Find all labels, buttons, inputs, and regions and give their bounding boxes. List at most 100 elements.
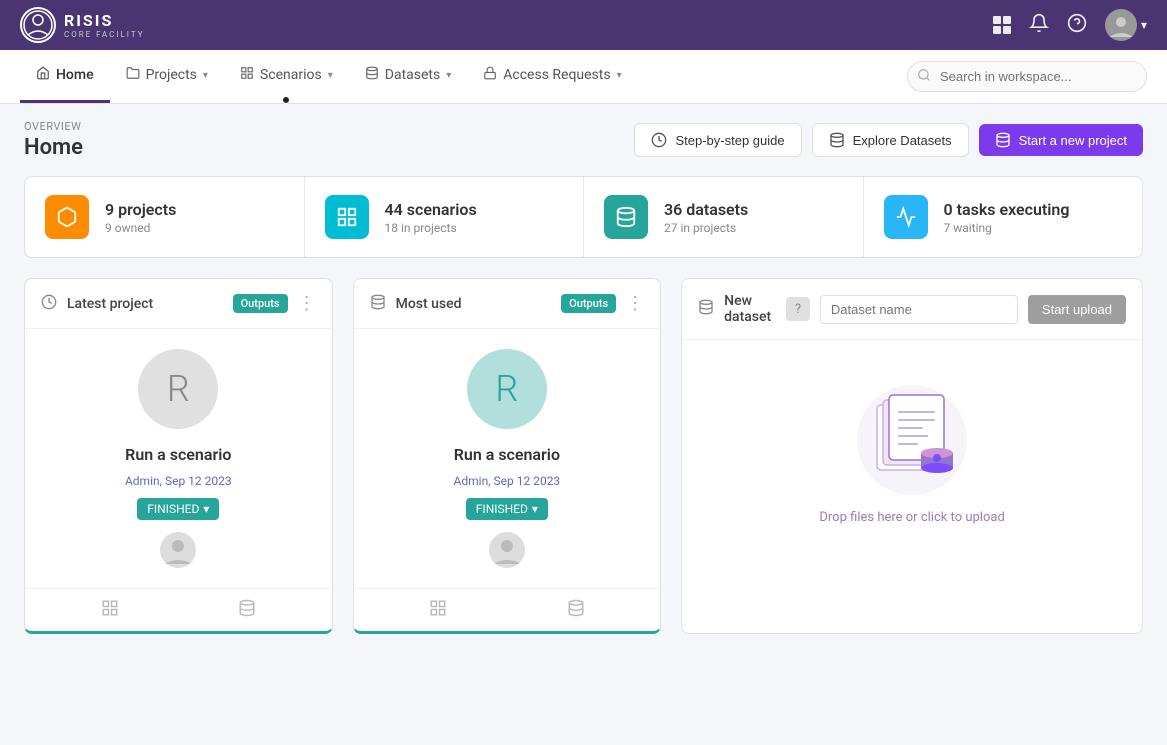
search-icon xyxy=(917,68,931,86)
scenarios-stat-icon xyxy=(325,195,369,239)
new-dataset-title: New dataset xyxy=(724,293,776,325)
projects-icon xyxy=(126,66,140,84)
new-project-label: Start a new project xyxy=(1019,133,1127,148)
step-guide-button[interactable]: Step-by-step guide xyxy=(634,123,801,157)
dataset-drop-area[interactable]: Drop files here or click to upload xyxy=(682,340,1142,565)
explore-datasets-label: Explore Datasets xyxy=(853,133,952,148)
latest-project-user-avatar xyxy=(160,532,196,568)
datasets-stat-num: 36 datasets xyxy=(664,200,748,219)
notifications-icon[interactable] xyxy=(1029,13,1049,38)
drop-illustration xyxy=(847,370,977,500)
top-actions: Step-by-step guide Explore Datasets Star… xyxy=(634,123,1143,157)
page-header-row: OVERVIEW Home Step-by-step guide Explore… xyxy=(24,120,1143,160)
nav-access-requests[interactable]: Access Requests ▾ xyxy=(467,50,637,103)
help-icon[interactable] xyxy=(1067,13,1087,38)
datasets-stat-icon xyxy=(604,195,648,239)
most-used-avatar: R xyxy=(467,349,547,429)
most-used-scenario-icon[interactable] xyxy=(429,599,447,621)
start-upload-button[interactable]: Start upload xyxy=(1028,295,1126,324)
clock-icon xyxy=(41,294,57,314)
scenarios-stat-num: 44 scenarios xyxy=(385,200,477,219)
projects-stat-icon xyxy=(45,195,89,239)
latest-project-scenario-icon[interactable] xyxy=(101,599,119,621)
tasks-stat-info: 0 tasks executing 7 waiting xyxy=(944,200,1070,235)
nav-home-label: Home xyxy=(56,67,94,83)
user-menu[interactable]: ▾ xyxy=(1105,9,1147,41)
explore-datasets-button[interactable]: Explore Datasets xyxy=(812,123,969,157)
stat-scenarios[interactable]: 44 scenarios 18 in projects xyxy=(305,177,585,257)
most-used-dataset-icon[interactable] xyxy=(567,599,585,621)
projects-stat-info: 9 projects 9 owned xyxy=(105,200,176,235)
nav-datasets[interactable]: Datasets ▾ xyxy=(349,50,467,103)
projects-stat-sub: 9 owned xyxy=(105,221,176,235)
new-project-button[interactable]: Start a new project xyxy=(979,124,1143,156)
projects-chevron: ▾ xyxy=(203,70,208,81)
stat-projects[interactable]: 9 projects 9 owned xyxy=(25,177,305,257)
app-header: RISIS CORE FACILITY xyxy=(0,0,1167,50)
header-right: ▾ xyxy=(993,9,1147,41)
nav-scenarios[interactable]: Scenarios ▾ xyxy=(224,50,349,103)
dataset-card-icon xyxy=(698,299,714,319)
logo[interactable]: RISIS CORE FACILITY xyxy=(20,7,145,43)
nav-scenarios-label: Scenarios xyxy=(260,67,322,83)
step-guide-label: Step-by-step guide xyxy=(675,133,784,148)
header-left: RISIS CORE FACILITY xyxy=(20,7,145,43)
dataset-name-input[interactable] xyxy=(820,295,1018,324)
nav-projects[interactable]: Projects ▾ xyxy=(110,50,224,103)
latest-project-dataset-icon[interactable] xyxy=(238,599,256,621)
most-used-footer xyxy=(354,588,661,631)
latest-project-avatar: R xyxy=(138,349,218,429)
content-area: Latest project Outputs ⋮ R Run a scenari… xyxy=(24,278,1143,634)
scenarios-stat-info: 44 scenarios 18 in projects xyxy=(385,200,477,235)
most-used-card: Most used Outputs ⋮ R Run a scenario Adm… xyxy=(353,278,662,634)
dataset-question-tooltip[interactable]: ? xyxy=(786,297,810,321)
drop-zone-text: Drop files here or click to upload xyxy=(819,510,1004,525)
latest-project-status-badge[interactable]: FINISHED ▾ xyxy=(137,498,219,520)
grid-menu-icon[interactable] xyxy=(993,16,1011,34)
stat-datasets[interactable]: 36 datasets 27 in projects xyxy=(584,177,864,257)
access-requests-icon xyxy=(483,66,497,84)
home-icon xyxy=(36,66,50,84)
stat-tasks[interactable]: 0 tasks executing 7 waiting xyxy=(864,177,1143,257)
latest-project-name: Run a scenario xyxy=(125,445,231,464)
logo-text-block: RISIS CORE FACILITY xyxy=(64,11,145,39)
most-used-menu[interactable]: ⋮ xyxy=(626,293,644,314)
page-title: Home xyxy=(24,135,83,160)
search-wrapper xyxy=(907,61,1147,92)
search-input[interactable] xyxy=(907,61,1147,92)
datasets-chevron: ▾ xyxy=(446,70,451,81)
access-requests-chevron: ▾ xyxy=(617,70,622,81)
datasets-stat-sub: 27 in projects xyxy=(664,221,748,235)
breadcrumb: OVERVIEW Home xyxy=(24,120,83,160)
scenarios-chevron: ▾ xyxy=(328,70,333,81)
most-used-status-badge[interactable]: FINISHED ▾ xyxy=(466,498,548,520)
latest-project-outputs-badge[interactable]: Outputs xyxy=(233,294,288,313)
tasks-stat-num: 0 tasks executing xyxy=(944,200,1070,219)
most-used-user-avatar xyxy=(489,532,525,568)
nav-datasets-label: Datasets xyxy=(385,67,440,83)
most-used-name: Run a scenario xyxy=(454,445,560,464)
logo-circle xyxy=(20,7,56,43)
latest-project-title: Latest project xyxy=(67,296,223,312)
scenarios-icon xyxy=(240,66,254,84)
most-used-finished-chevron: ▾ xyxy=(532,502,538,516)
latest-project-header: Latest project Outputs ⋮ xyxy=(25,279,332,329)
most-used-body: R Run a scenario Admin, Sep 12 2023 FINI… xyxy=(354,329,661,588)
tasks-stat-icon xyxy=(884,195,928,239)
page-content: OVERVIEW Home Step-by-step guide Explore… xyxy=(0,120,1167,634)
latest-project-footer xyxy=(25,588,332,631)
most-used-header: Most used Outputs ⋮ xyxy=(354,279,661,329)
projects-stat-num: 9 projects xyxy=(105,200,176,219)
nav-projects-label: Projects xyxy=(146,67,197,83)
most-used-status-label: FINISHED xyxy=(476,502,528,516)
stats-row: 9 projects 9 owned 44 scenarios 18 in pr… xyxy=(24,176,1143,258)
latest-project-menu[interactable]: ⋮ xyxy=(298,293,316,314)
user-menu-chevron: ▾ xyxy=(1141,18,1147,32)
new-dataset-header: New dataset ? Start upload xyxy=(682,279,1142,340)
nav-access-requests-label: Access Requests xyxy=(503,67,610,83)
nav-home[interactable]: Home xyxy=(20,50,110,103)
avatar xyxy=(1105,9,1137,41)
most-used-outputs-badge[interactable]: Outputs xyxy=(561,294,616,313)
logo-name: RISIS xyxy=(64,11,145,30)
tasks-stat-sub: 7 waiting xyxy=(944,221,1070,235)
